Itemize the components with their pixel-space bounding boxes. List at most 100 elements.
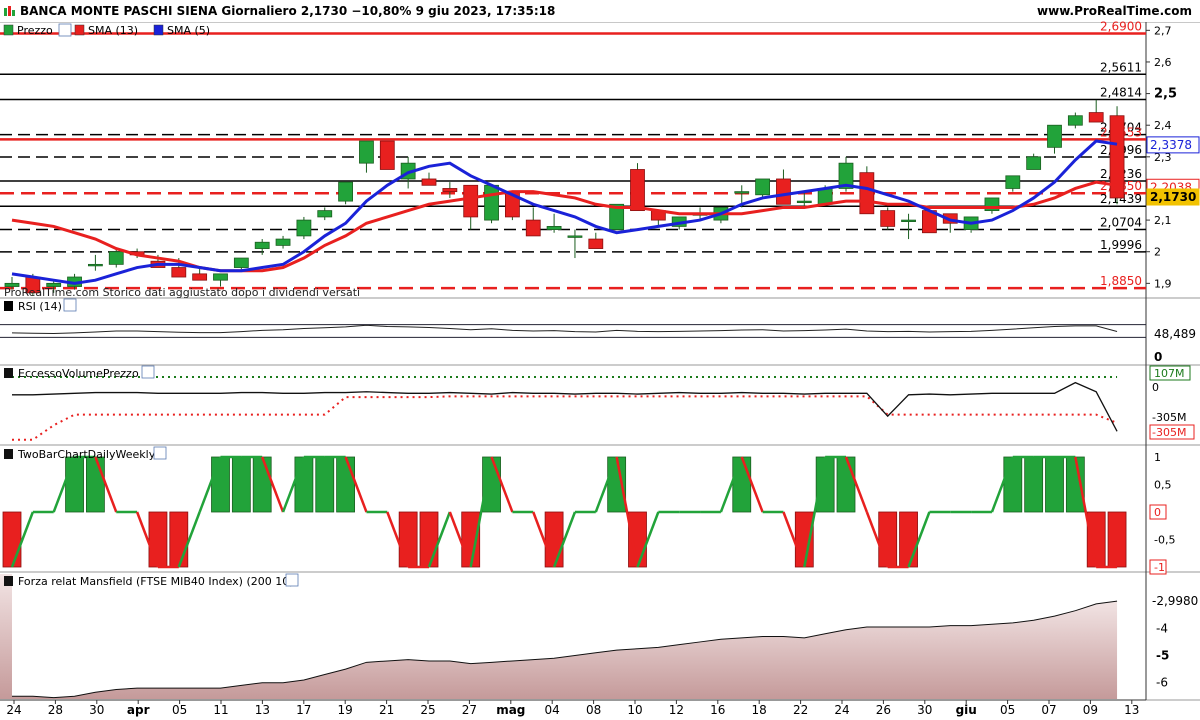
twobar-bar	[231, 456, 251, 513]
wrench-icon[interactable]	[285, 573, 299, 587]
candle	[588, 238, 604, 249]
x-axis-label: 08	[586, 703, 601, 717]
mansfield-tick-label: -5	[1156, 649, 1169, 663]
candle	[233, 257, 249, 268]
legend-label: SMA (5)	[167, 24, 210, 37]
twobar-bar	[878, 511, 898, 568]
x-axis-label: 28	[48, 703, 63, 717]
x-axis-label: 05	[1000, 703, 1015, 717]
legend-swatch	[4, 368, 13, 378]
twobar-bar	[2, 511, 22, 568]
rsi-line	[11, 324, 1118, 335]
candle	[796, 200, 812, 204]
sma13-line	[11, 180, 1118, 273]
level-label: 2,5611	[1100, 60, 1142, 74]
twobar-tick-label: 1	[1154, 451, 1161, 464]
level-label: 2,4814	[1100, 85, 1142, 99]
twobar-bar	[169, 511, 189, 568]
x-axis-label: 04	[545, 703, 560, 717]
candle	[88, 263, 103, 267]
wrench-icon[interactable]	[63, 298, 77, 312]
mansfield-tick-label: -4	[1156, 621, 1168, 635]
x-axis-label: 09	[1083, 703, 1098, 717]
price-tick-label: 2,6	[1154, 56, 1172, 69]
candle	[338, 181, 354, 202]
candle	[213, 273, 228, 281]
x-axis-label: 22	[793, 703, 808, 717]
twobar-bar	[419, 511, 439, 568]
candle	[880, 210, 896, 227]
twobar-bar	[398, 511, 418, 568]
legend-swatch	[4, 449, 13, 459]
twobar-bar	[1045, 456, 1064, 513]
x-axis-label: 07	[1041, 703, 1056, 717]
wrench-icon[interactable]	[58, 23, 72, 37]
rsi-badge: 48,489	[1154, 327, 1196, 341]
x-axis-label: 24	[6, 703, 21, 717]
x-axis-label: 27	[462, 703, 477, 717]
twobar-bar	[1003, 456, 1023, 513]
candle	[317, 210, 333, 218]
chart-canvas: 2,72,62,52,42,32,22,121,92,69002,56112,4…	[0, 19, 1200, 717]
candle	[254, 241, 270, 249]
twobar-bar	[336, 456, 356, 513]
candle	[734, 191, 750, 194]
legend-swatch	[153, 24, 164, 36]
level-label: 1,8850	[1100, 274, 1142, 288]
candle	[776, 178, 791, 205]
mansfield-area	[12, 601, 1118, 699]
price-badge-label: 2,1730	[1150, 190, 1196, 204]
price-tick-label: 2	[1154, 246, 1161, 259]
x-axis-label: giu	[956, 703, 977, 717]
twobar-bar	[86, 456, 105, 513]
price-tick-label: 2,5	[1154, 87, 1177, 102]
twobar-bar	[732, 456, 752, 513]
mansfield-tick-label: -6	[1156, 676, 1168, 690]
candle	[1067, 115, 1083, 126]
x-axis-label: 30	[89, 703, 104, 717]
x-axis-label: 26	[876, 703, 891, 717]
candle	[296, 219, 312, 237]
twobar-legend-label: TwoBarChartDailyWeekly	[17, 448, 156, 461]
volume-legend-label: EccessoVolumePrezzo	[18, 367, 139, 380]
twobar-tick-label: 0	[1154, 506, 1161, 519]
candle	[171, 267, 187, 278]
x-axis-label: 19	[338, 703, 353, 717]
twobar-bar	[148, 511, 168, 568]
x-axis-label: 12	[669, 703, 684, 717]
candle	[275, 238, 291, 246]
twobar-bar	[211, 456, 230, 513]
candle	[546, 226, 562, 230]
rsi-tick-label: 0	[1154, 350, 1162, 364]
twobar-bar	[899, 511, 918, 568]
x-axis-label: 13	[255, 703, 270, 717]
twobar-tick-label: -1	[1154, 561, 1165, 574]
candle	[463, 184, 479, 218]
legend-label: SMA (13)	[88, 24, 138, 37]
price-tick-label: 2,4	[1154, 119, 1172, 132]
twobar-bar	[1107, 511, 1127, 568]
price-badge-label: 2,3378	[1150, 138, 1192, 152]
candle	[859, 172, 875, 215]
candle	[108, 251, 124, 265]
candle	[1026, 156, 1042, 170]
x-axis-label: 17	[296, 703, 311, 717]
x-axis-label: mag	[496, 703, 525, 717]
rsi-legend-label: RSI (14)	[18, 300, 62, 313]
x-axis-label: 13	[1124, 703, 1139, 717]
x-axis-label: 11	[213, 703, 228, 717]
x-axis-label: 10	[627, 703, 642, 717]
wrench-icon[interactable]	[153, 446, 167, 460]
volume-badge: -305M	[1152, 426, 1186, 439]
level-label: 2,6900	[1100, 19, 1142, 33]
twobar-tick-label: -0,5	[1154, 534, 1175, 547]
candle	[359, 140, 374, 164]
level-label: 1,9996	[1100, 238, 1142, 252]
wrench-icon[interactable]	[141, 365, 155, 379]
price-tick-label: 2,1	[1154, 214, 1172, 227]
twobar-bar	[252, 456, 272, 513]
candle	[525, 219, 541, 237]
x-axis-label: 16	[710, 703, 725, 717]
volume-badge: 107M	[1154, 367, 1185, 380]
mansfield-area-left	[0, 574, 12, 699]
